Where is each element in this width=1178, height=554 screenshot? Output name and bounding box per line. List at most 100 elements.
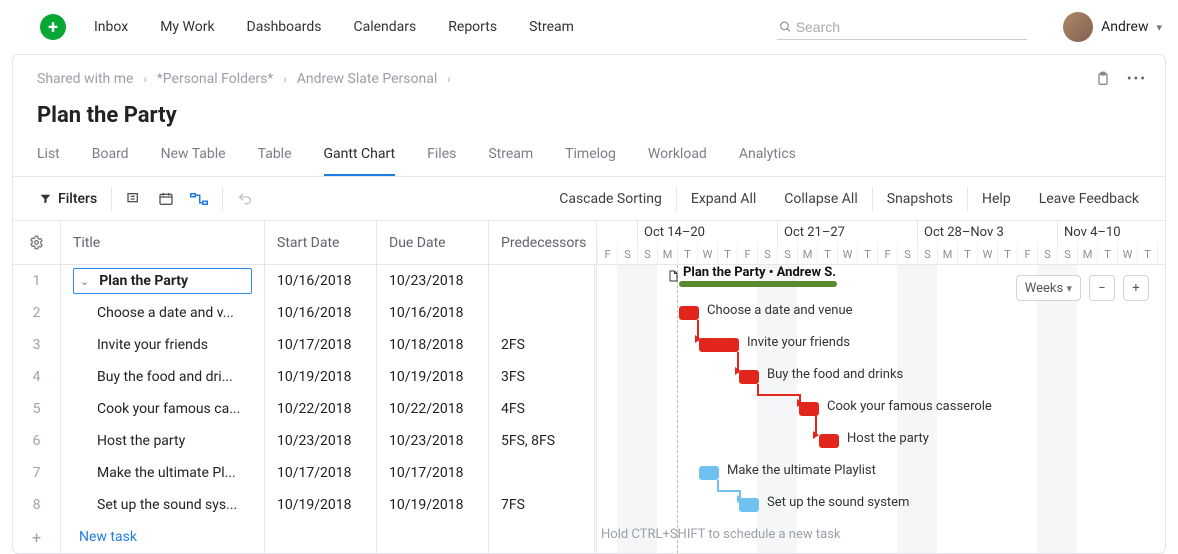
grid-header: Title Start Date Due Date Predecessors <box>13 221 596 265</box>
gantt-bar[interactable] <box>819 434 839 448</box>
task-title: Invite your friends <box>97 337 208 353</box>
scale-label: Weeks <box>1025 281 1063 296</box>
day-letter: F <box>597 243 617 265</box>
collapse-all-link[interactable]: Collapse All <box>770 191 871 207</box>
predecessors <box>489 265 595 297</box>
tab-workload[interactable]: Workload <box>648 146 707 176</box>
zoom-out-button[interactable]: − <box>1089 275 1115 301</box>
table-row[interactable]: 3 Invite your friends 10/17/2018 10/18/2… <box>13 329 596 361</box>
dependency-icon[interactable] <box>190 192 208 206</box>
table-row[interactable]: 5 Cook your famous ca... 10/22/2018 10/2… <box>13 393 596 425</box>
undo-icon[interactable] <box>237 191 253 207</box>
expand-tree-icon[interactable] <box>126 191 142 207</box>
gantt-bar[interactable] <box>799 402 819 416</box>
col-start[interactable]: Start Date <box>265 221 377 264</box>
page-title: Plan the Party <box>37 103 1141 128</box>
breadcrumb: Shared with me › *Personal Folders* › An… <box>37 71 1141 87</box>
day-letter: S <box>637 243 657 265</box>
expand-all-link[interactable]: Expand All <box>677 191 770 207</box>
crumb-3[interactable]: Andrew Slate Personal <box>297 71 437 87</box>
zoom-in-button[interactable]: + <box>1123 275 1149 301</box>
gantt-bar[interactable] <box>699 338 739 352</box>
gantt-bar[interactable] <box>679 306 699 320</box>
nav-stream[interactable]: Stream <box>529 19 574 35</box>
week-label: Oct 21–27 <box>777 221 917 243</box>
scale-select[interactable]: Weeks ▾ <box>1016 275 1081 301</box>
start-date: 10/19/2018 <box>265 361 377 393</box>
tab-gantt[interactable]: Gantt Chart <box>324 146 396 176</box>
table-row[interactable]: 2 Choose a date and v... 10/16/2018 10/1… <box>13 297 596 329</box>
tab-timelog[interactable]: Timelog <box>565 146 616 176</box>
clipboard-icon[interactable] <box>1095 71 1111 87</box>
day-letter: S <box>777 243 797 265</box>
chevron-down-icon[interactable]: ⌄ <box>80 275 89 288</box>
gantt-area[interactable]: Plan the Party • Andrew S. Choose a date… <box>597 265 1165 553</box>
col-title[interactable]: Title <box>61 221 265 264</box>
table-row[interactable]: 6 Host the party 10/23/2018 10/23/2018 5… <box>13 425 596 457</box>
col-predecessors[interactable]: Predecessors <box>489 221 595 264</box>
add-button[interactable]: + <box>40 14 66 40</box>
gantt-bar[interactable] <box>739 498 759 512</box>
day-letter: S <box>1037 243 1057 265</box>
plus-icon[interactable]: + <box>13 521 61 553</box>
snapshots-link[interactable]: Snapshots <box>873 191 967 207</box>
avatar <box>1063 12 1093 42</box>
topbar: + Inbox My Work Dashboards Calendars Rep… <box>0 0 1178 54</box>
nav-calendars[interactable]: Calendars <box>353 19 416 35</box>
nav-inbox[interactable]: Inbox <box>94 19 128 35</box>
predecessors <box>489 457 595 489</box>
summary-bar[interactable] <box>679 281 837 287</box>
day-letter: S <box>757 243 777 265</box>
col-due[interactable]: Due Date <box>377 221 489 264</box>
day-letter: S <box>917 243 937 265</box>
crumb-2[interactable]: *Personal Folders* <box>157 71 274 87</box>
gantt-label: Invite your friends <box>747 335 850 350</box>
tab-stream[interactable]: Stream <box>488 146 533 176</box>
due-date: 10/22/2018 <box>377 393 489 425</box>
gantt-label: Host the party <box>847 431 929 446</box>
week-label: Oct 28–Nov 3 <box>917 221 1057 243</box>
crumb-1[interactable]: Shared with me <box>37 71 133 87</box>
new-task-link[interactable]: New task <box>79 529 137 545</box>
day-letter: T <box>677 243 697 265</box>
gantt-label: Make the ultimate Playlist <box>727 463 876 478</box>
table-row[interactable]: 7 Make the ultimate Pl... 10/17/2018 10/… <box>13 457 596 489</box>
tab-analytics[interactable]: Analytics <box>739 146 796 176</box>
table-row[interactable]: 1 ⌄Plan the Party 10/16/2018 10/23/2018 <box>13 265 596 297</box>
gantt-bar[interactable] <box>699 466 719 480</box>
gantt-label: Plan the Party • Andrew S. <box>683 265 836 280</box>
gantt-chart: Oct 14–20 Oct 21–27 Oct 28–Nov 3 Nov 4–1… <box>597 221 1165 553</box>
filters-button[interactable]: Filters <box>39 191 97 207</box>
document-icon <box>667 269 679 283</box>
user-menu[interactable]: Andrew ▾ <box>1063 12 1162 42</box>
cascade-sorting-link[interactable]: Cascade Sorting <box>545 191 676 207</box>
tab-newtable[interactable]: New Table <box>161 146 226 176</box>
more-icon[interactable]: ••• <box>1127 71 1147 87</box>
day-letter: F <box>1017 243 1037 265</box>
row-number: 3 <box>13 329 61 361</box>
gantt-body: Title Start Date Due Date Predecessors 1… <box>13 221 1165 553</box>
card-header: Shared with me › *Personal Folders* › An… <box>13 55 1165 128</box>
gear-icon[interactable] <box>13 221 61 264</box>
predecessors: 2FS <box>489 329 595 361</box>
task-title: Buy the food and dri... <box>97 369 233 385</box>
tab-files[interactable]: Files <box>427 146 456 176</box>
calendar-icon[interactable] <box>158 191 174 207</box>
new-task-row[interactable]: + New task <box>13 521 596 553</box>
tab-list[interactable]: List <box>37 146 60 176</box>
nav-mywork[interactable]: My Work <box>160 19 214 35</box>
day-letter: T <box>1137 243 1157 265</box>
tab-board[interactable]: Board <box>92 146 129 176</box>
chevron-right-icon: › <box>447 73 450 86</box>
gantt-bar[interactable] <box>739 370 759 384</box>
search-box[interactable] <box>777 15 1027 40</box>
nav-reports[interactable]: Reports <box>448 19 497 35</box>
search-input[interactable] <box>796 19 1025 35</box>
table-row[interactable]: 4 Buy the food and dri... 10/19/2018 10/… <box>13 361 596 393</box>
nav-dashboards[interactable]: Dashboards <box>247 19 322 35</box>
leave-feedback-link[interactable]: Leave Feedback <box>1025 191 1153 207</box>
week-label: Oct 14–20 <box>637 221 777 243</box>
tab-table[interactable]: Table <box>258 146 292 176</box>
table-row[interactable]: 8 Set up the sound sys... 10/19/2018 10/… <box>13 489 596 521</box>
help-link[interactable]: Help <box>968 191 1025 207</box>
